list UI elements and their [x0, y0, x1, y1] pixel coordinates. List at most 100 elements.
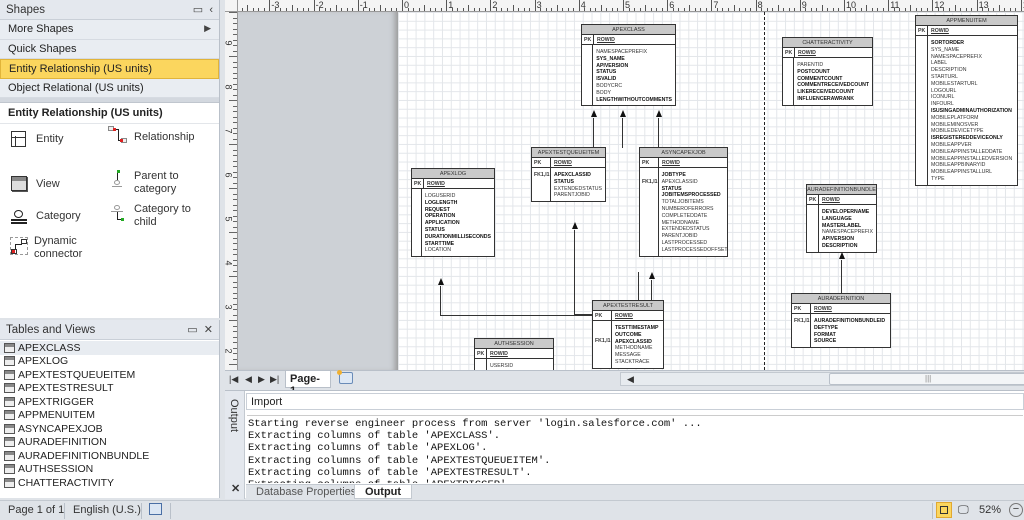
scroll-left-icon[interactable]: ◀ [627, 374, 634, 385]
shape-entity[interactable]: Entity [10, 130, 64, 150]
entity-column: MOBILEAPPBINARYID [931, 162, 986, 169]
close-icon[interactable]: ✕ [204, 324, 213, 336]
language-status[interactable]: English (U.S.) [73, 504, 141, 516]
table-list-item[interactable]: APEXLOG [0, 355, 219, 369]
entity-column: MOBILEAPPINSTALLEDVERSION [931, 155, 1013, 162]
entity-chatteractivity[interactable]: CHATTERACTIVITY PK ROWID PARENTID POSTCOUNT C… [782, 37, 873, 106]
shape-category-to-child[interactable]: Category to child [108, 203, 204, 229]
primary-key: ROWID [427, 181, 445, 187]
table-list-item[interactable]: APEXTESTQUEUEITEM [0, 368, 219, 382]
restore-icon[interactable]: ▭ [187, 324, 197, 336]
table-list-item[interactable]: APEXTRIGGER [0, 395, 219, 409]
normal-view-icon[interactable] [936, 502, 952, 518]
entity-column: NUMBEROFERRORS [661, 205, 714, 212]
shape-relationship[interactable]: Relationship [108, 126, 195, 146]
primary-key: ROWID [798, 50, 816, 56]
entity-column: JOBTYPE [661, 172, 686, 178]
primary-key: ROWID [490, 351, 508, 357]
entity-column: INFLUENCERAWRANK [797, 95, 855, 102]
ruler-label: -3 [271, 0, 280, 10]
table-list-item[interactable]: CHATTERACTIVITY [0, 476, 219, 490]
entity-column: TESTTIMESTAMP [615, 325, 659, 331]
table-name: APEXTESTRESULT [18, 382, 114, 395]
primary-key: ROWID [662, 160, 680, 166]
last-page-icon[interactable]: ▶| [270, 374, 279, 385]
ruler-label: 7 [713, 0, 719, 10]
insert-page-icon[interactable] [337, 370, 353, 384]
entity-apextestresult[interactable]: APEXTESTRESULT PK ROWID FK1,I1 TESTTIMESTAMP… [592, 300, 664, 369]
relationship-connector[interactable] [658, 118, 660, 148]
restore-icon[interactable]: ▭ [193, 4, 203, 16]
relationship-connector[interactable] [651, 280, 653, 300]
relationship-connector[interactable] [574, 230, 576, 314]
entity-column: INFOURL [931, 101, 954, 108]
entity-appmenuitem[interactable]: APPMENUITEM PK ROWID SORTORDER SYS_NAME NAMES… [915, 15, 1018, 186]
output-source-select[interactable]: Import [246, 393, 1024, 410]
primary-key: ROWID [814, 306, 832, 312]
entity-apexclass[interactable]: APEXCLASS PK ROWID NAMESPACEPREFIX SYS_NAME A… [581, 24, 676, 107]
arrowhead-icon [620, 110, 626, 117]
category-icon [10, 208, 30, 228]
tab-output[interactable]: Output [354, 485, 413, 499]
first-page-icon[interactable]: |◀ [229, 374, 238, 385]
table-list-item[interactable]: AURADEFINITION [0, 436, 219, 450]
table-name: CHATTERACTIVITY [18, 476, 115, 489]
stencil-object-relational[interactable]: Object Relational (US units) [0, 78, 219, 98]
page-number-status[interactable]: Page 1 of 1 [8, 504, 64, 516]
horizontal-scrollbar[interactable]: ◀ ||| [620, 372, 1024, 386]
ruler-label: 11 [890, 0, 900, 10]
entity-column: LOGLENGTH [424, 199, 458, 206]
table-list-item[interactable]: APPMENUITEM [0, 409, 219, 423]
relationship-connector[interactable] [622, 118, 624, 148]
ruler-label: 1 [448, 0, 454, 10]
entity-asyncapexjob[interactable]: ASYNCAPEXJOB PK ROWID FK1,I1 JOBTYPE APEXCLAS… [639, 147, 728, 257]
drawing-page[interactable]: APEXCLASS PK ROWID NAMESPACEPREFIX SYS_NAME A… [398, 12, 1024, 370]
entity-column: STARTURL [931, 73, 958, 80]
zoom-out-icon[interactable]: − [1009, 503, 1023, 517]
scrollbar-thumb[interactable]: ||| [829, 373, 1024, 385]
next-page-icon[interactable]: ▶ [258, 374, 265, 385]
ruler-label: 3 [536, 0, 542, 10]
shape-parent-to-category[interactable]: Parent to category [108, 170, 204, 196]
relationship-connector[interactable] [440, 315, 592, 317]
zoom-level[interactable]: 52% [979, 504, 1001, 516]
tab-page-1[interactable]: Page-1 [285, 371, 331, 397]
entity-column: LANGUAGE [822, 215, 852, 222]
table-list-item[interactable]: APEXCLASS [0, 341, 219, 355]
table-list-item[interactable]: APEXTESTRESULT [0, 382, 219, 396]
table-icon [4, 450, 15, 461]
relationship-connector[interactable] [638, 272, 640, 300]
stencil-quick-shapes[interactable]: Quick Shapes [0, 39, 219, 59]
ruler-label: 0 [404, 0, 410, 10]
collapse-icon[interactable]: ‹ [209, 4, 213, 16]
previous-page-icon[interactable]: ◀ [245, 374, 252, 385]
entity-apexlog[interactable]: APEXLOG PK ROWID LOGUSERID LOGLENGTH REQUEST O… [411, 168, 495, 258]
stencil-entity-relationship[interactable]: Entity Relationship (US units) [0, 59, 219, 79]
more-shapes-menu[interactable]: More Shapes ▶ [0, 20, 219, 40]
relationship-connector[interactable] [440, 286, 442, 316]
entity-column: LABEL [931, 60, 948, 67]
relationship-connector[interactable] [574, 314, 592, 316]
shape-view[interactable]: View [10, 175, 60, 195]
relationship-connector[interactable] [841, 260, 843, 293]
full-screen-icon[interactable]: 🖵 [958, 504, 969, 517]
table-list-item[interactable]: ASYNCAPEXJOB [0, 422, 219, 436]
entity-column: ISVALID [596, 76, 617, 83]
entity-auradefinitionbundle[interactable]: AURADEFINITIONBUNDLE PK ROWID DEVELOPERNAME… [806, 184, 877, 253]
relationship-connector[interactable] [593, 118, 595, 148]
shape-dynamic-connector[interactable]: Dynamic connector [8, 235, 104, 261]
tab-database-properties[interactable]: Database Properties [246, 485, 366, 499]
entity-name: AURADEFINITION [792, 294, 890, 304]
fk-label: FK1,I1 [642, 178, 658, 185]
macro-record-icon[interactable] [149, 503, 162, 515]
arrowhead-icon [656, 110, 662, 117]
shape-category[interactable]: Category [10, 208, 81, 228]
entity-apextestqueueitem[interactable]: APEXTESTQUEUEITEM PK ROWID FK1,I1 APEXCLASSI… [531, 147, 606, 203]
entity-column: APIVERSION [822, 236, 854, 243]
table-list-item[interactable]: AUTHSESSION [0, 463, 219, 477]
entity-auradefinition[interactable]: AURADEFINITION PK ROWID FK1,I1 AURADEFINITIO… [791, 293, 891, 349]
ruler-corner [225, 0, 238, 12]
table-list-item[interactable]: AURADEFINITIONBUNDLE [0, 449, 219, 463]
entity-authsession[interactable]: AUTHSESSION PK ROWID USERSID [474, 338, 554, 370]
close-icon[interactable]: ✕ [231, 482, 240, 495]
